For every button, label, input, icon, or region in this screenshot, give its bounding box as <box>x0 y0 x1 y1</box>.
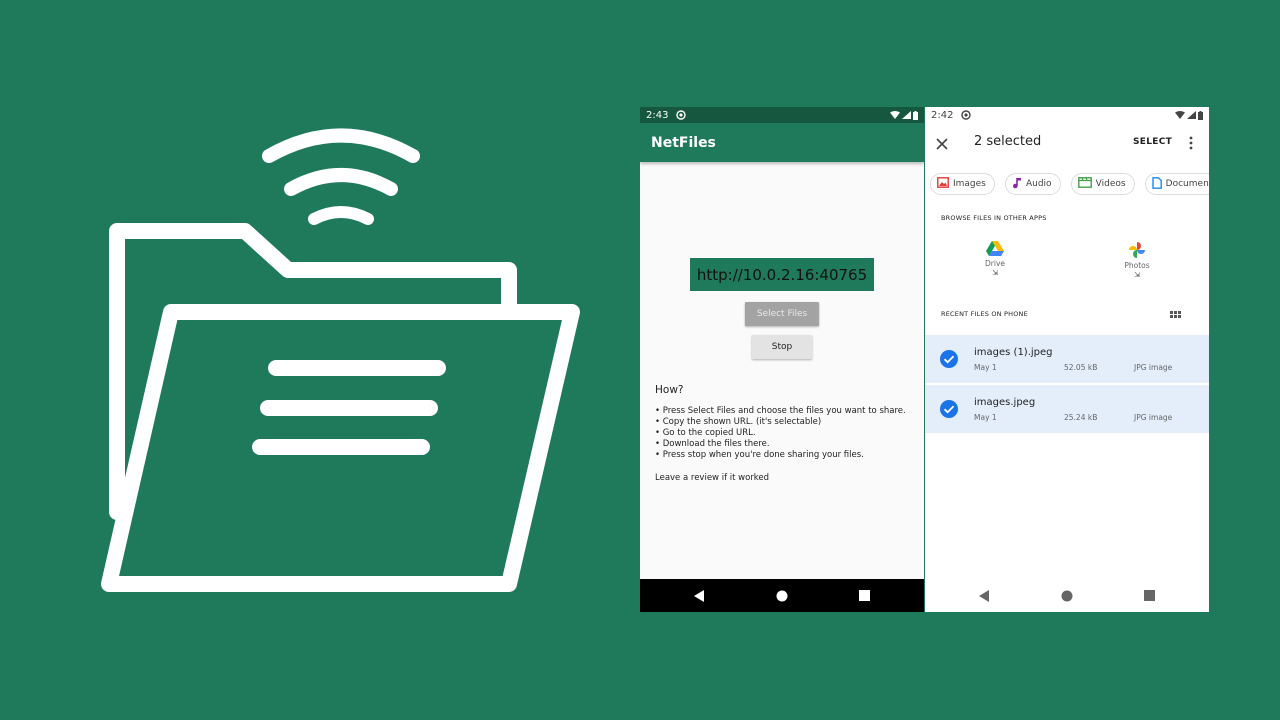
app-photos[interactable]: Photos ⇲ <box>1107 241 1167 279</box>
how-heading: How? <box>655 384 684 396</box>
instruction-item: • Press Select Files and choose the file… <box>655 406 906 416</box>
file-row[interactable]: images (1).jpeg May 1 52.05 kB JPG image <box>925 335 1209 384</box>
signal-icon <box>1187 111 1196 119</box>
navigation-bar <box>640 579 924 612</box>
file-picker-screen: 2:42 2 selected SELECT Images Audio Vide… <box>925 107 1209 612</box>
chip-label: Images <box>953 179 986 189</box>
browse-apps-heading: BROWSE FILES IN OTHER APPS <box>941 214 1047 222</box>
music-note-icon <box>1012 177 1022 192</box>
chip-label: Documents <box>1165 179 1209 189</box>
image-icon <box>937 177 949 191</box>
file-name: images (1).jpeg <box>974 347 1053 358</box>
back-icon[interactable] <box>689 586 709 606</box>
chip-documents[interactable]: Documents <box>1144 173 1209 195</box>
selection-toolbar: 2 selected SELECT <box>925 123 1209 163</box>
open-external-icon: ⇲ <box>992 269 998 277</box>
file-size: 52.05 kB <box>1064 363 1098 372</box>
checked-circle-icon[interactable] <box>940 350 958 368</box>
recents-icon[interactable] <box>855 586 875 606</box>
recents-icon[interactable] <box>1140 586 1160 606</box>
app-drive[interactable]: Drive ⇲ <box>965 241 1025 277</box>
more-vert-icon[interactable] <box>1185 135 1197 151</box>
close-icon[interactable] <box>935 136 949 150</box>
notification-icon <box>961 110 972 120</box>
chip-label: Audio <box>1025 179 1052 189</box>
file-type: JPG image <box>1134 363 1173 372</box>
selection-count: 2 selected <box>974 134 1042 149</box>
select-files-button[interactable]: Select Files <box>745 302 819 326</box>
instruction-item: • Copy the shown URL. (it's selectable) <box>655 417 822 427</box>
chip-videos[interactable]: Videos <box>1070 173 1135 195</box>
home-icon[interactable] <box>1057 586 1077 606</box>
instruction-item: • Press stop when you're done sharing yo… <box>655 450 864 460</box>
stop-button[interactable]: Stop <box>752 335 812 359</box>
netfiles-logo <box>101 128 580 592</box>
netfiles-app-screen: 2:43 NetFiles http://10.0.2.16:40765 Sel… <box>640 107 924 612</box>
app-name: Drive <box>985 259 1005 268</box>
chip-label: Videos <box>1095 179 1126 189</box>
review-text: Leave a review if it worked <box>655 473 770 483</box>
battery-icon <box>913 110 918 120</box>
main-content: http://10.0.2.16:40765 Select Files Stop… <box>640 162 924 579</box>
status-time: 2:42 <box>931 109 954 121</box>
signal-icon <box>902 111 911 119</box>
status-bar: 2:42 <box>925 107 1209 123</box>
instruction-item: • Download the files there. <box>655 439 770 449</box>
recent-files-heading: RECENT FILES ON PHONE <box>941 310 1028 318</box>
wifi-arc-outer <box>262 128 420 163</box>
wifi-arc-middle <box>284 168 398 196</box>
notification-icon <box>676 110 687 120</box>
open-external-icon: ⇲ <box>1134 271 1140 279</box>
wifi-arc-inner <box>308 206 374 225</box>
status-bar: 2:43 <box>640 107 924 123</box>
file-type: JPG image <box>1134 413 1173 422</box>
file-row[interactable]: images.jpeg May 1 25.24 kB JPG image <box>925 385 1209 433</box>
navigation-bar <box>925 579 1209 612</box>
select-button[interactable]: SELECT <box>1133 137 1172 147</box>
status-time: 2:43 <box>646 109 669 121</box>
instruction-item: • Go to the copied URL. <box>655 428 756 438</box>
wifi-icon <box>890 111 900 119</box>
home-icon[interactable] <box>772 586 792 606</box>
file-date: May 1 <box>974 363 997 372</box>
chip-images[interactable]: Images <box>930 173 995 195</box>
wifi-icon <box>1175 111 1185 119</box>
instructions-list: • Press Select Files and choose the file… <box>655 406 906 461</box>
battery-icon <box>1198 110 1203 120</box>
file-size: 25.24 kB <box>1064 413 1098 422</box>
chip-audio[interactable]: Audio <box>1004 173 1061 195</box>
google-photos-icon <box>1129 242 1145 258</box>
document-icon <box>1151 176 1162 192</box>
back-icon[interactable] <box>974 586 994 606</box>
app-title: NetFiles <box>651 134 716 151</box>
server-url[interactable]: http://10.0.2.16:40765 <box>690 258 874 291</box>
file-date: May 1 <box>974 413 997 422</box>
app-name: Photos <box>1124 261 1150 270</box>
google-drive-icon <box>986 241 1004 256</box>
checked-circle-icon[interactable] <box>940 400 958 418</box>
file-type-chips: Images Audio Videos Documents <box>930 173 1209 195</box>
grid-view-icon[interactable] <box>1170 307 1181 318</box>
app-bar: NetFiles <box>640 123 924 162</box>
file-name: images.jpeg <box>974 397 1036 408</box>
video-icon <box>1077 177 1092 191</box>
